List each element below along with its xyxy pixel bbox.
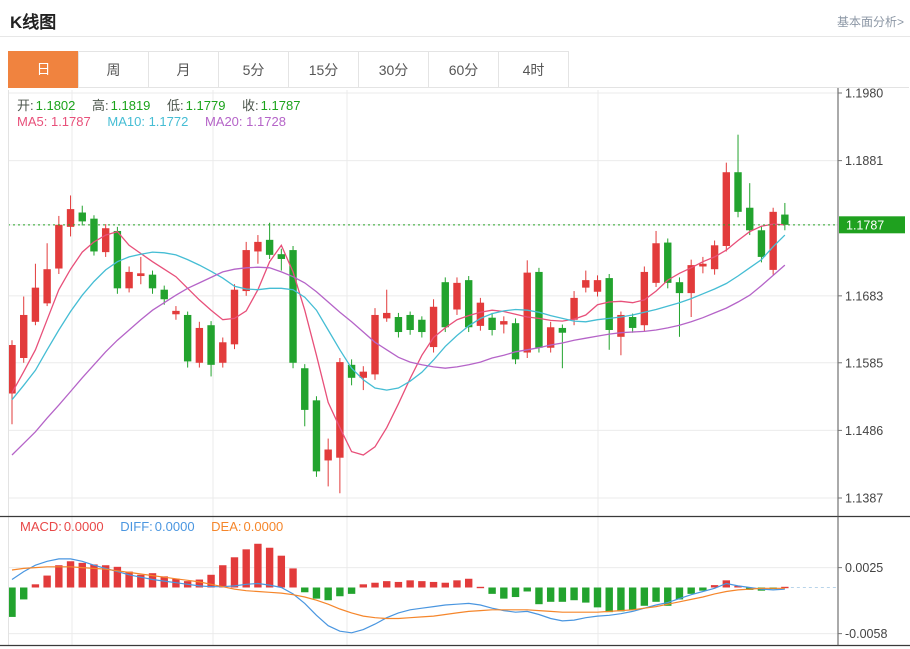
kline-page: K线图 基本面分析> 日 周 月 5分 15分 30分 60分 4时 1.198… (0, 0, 910, 649)
svg-text:0.0025: 0.0025 (845, 561, 883, 575)
tab-month[interactable]: 月 (148, 51, 219, 88)
macd-bars-layer (8, 544, 788, 617)
ma10-value: 1.1772 (149, 114, 189, 129)
close-label: 收: (242, 98, 259, 113)
tab-day[interactable]: 日 (8, 51, 79, 88)
fundamental-analysis-link[interactable]: 基本面分析> (837, 13, 904, 30)
last-price-badge-text: 1.1787 (846, 218, 884, 232)
macd-lines-layer (12, 559, 838, 633)
ma5-label: MA5: (17, 114, 47, 129)
svg-text:1.1387: 1.1387 (845, 492, 883, 506)
low-value: 1.1779 (186, 98, 226, 113)
high-label: 高: (92, 98, 109, 113)
macd-value: 0.0000 (64, 519, 104, 534)
macd-label: MACD: (20, 519, 62, 534)
ma5-value: 1.1787 (51, 114, 91, 129)
ma20-value: 1.1728 (246, 114, 286, 129)
svg-text:1.1486: 1.1486 (845, 424, 883, 438)
high-value: 1.1819 (111, 98, 151, 113)
grid-layer (8, 90, 838, 646)
dea-label: DEA: (211, 519, 241, 534)
ohlc-legend: 开:1.1802 高:1.1819 低:1.1779 收:1.1787 (17, 95, 313, 114)
svg-text:1.1980: 1.1980 (845, 88, 883, 101)
last-price-badge: 1.1787 (839, 216, 905, 233)
ma-legend: MA5: 1.1787 MA10: 1.1772 MA20: 1.1728 (17, 114, 299, 129)
svg-text:1.1881: 1.1881 (845, 154, 883, 168)
svg-text:1.1585: 1.1585 (845, 356, 883, 370)
tab-4hour[interactable]: 4时 (498, 51, 569, 88)
period-tabbar: 日 周 月 5分 15分 30分 60分 4时 (8, 51, 909, 88)
svg-text:-0.0058: -0.0058 (845, 627, 887, 641)
open-value: 1.1802 (36, 98, 76, 113)
tab-60min[interactable]: 60分 (428, 51, 499, 88)
svg-text:1.1683: 1.1683 (845, 289, 883, 303)
ma20-line (12, 265, 785, 455)
low-label: 低: (167, 98, 184, 113)
close-value: 1.1787 (261, 98, 301, 113)
kline-chart-svg: 1.1980 1.1881 1.1683 1.1585 1.1486 1.1387 0.00… (0, 88, 910, 649)
ma20-label: MA20: (205, 114, 243, 129)
tab-5min[interactable]: 5分 (218, 51, 289, 88)
axis-labels-layer: 1.1980 1.1881 1.1683 1.1585 1.1486 1.1387 0.00… (838, 88, 887, 641)
diff-value: 0.0000 (155, 519, 195, 534)
tab-week[interactable]: 周 (78, 51, 149, 88)
page-header: K线图 基本面分析> (0, 0, 910, 37)
page-title: K线图 (10, 8, 56, 33)
chart-area[interactable]: 1.1980 1.1881 1.1683 1.1585 1.1486 1.1387 0.00… (0, 88, 910, 649)
diff-label: DIFF: (120, 519, 153, 534)
tab-15min[interactable]: 15分 (288, 51, 359, 88)
macd-legend: MACD:0.0000 DIFF:0.0000 DEA:0.0000 (20, 519, 296, 534)
tab-30min[interactable]: 30分 (358, 51, 429, 88)
dea-value: 0.0000 (244, 519, 284, 534)
open-label: 开: (17, 98, 34, 113)
ma10-label: MA10: (107, 114, 145, 129)
candles-layer (8, 135, 788, 494)
